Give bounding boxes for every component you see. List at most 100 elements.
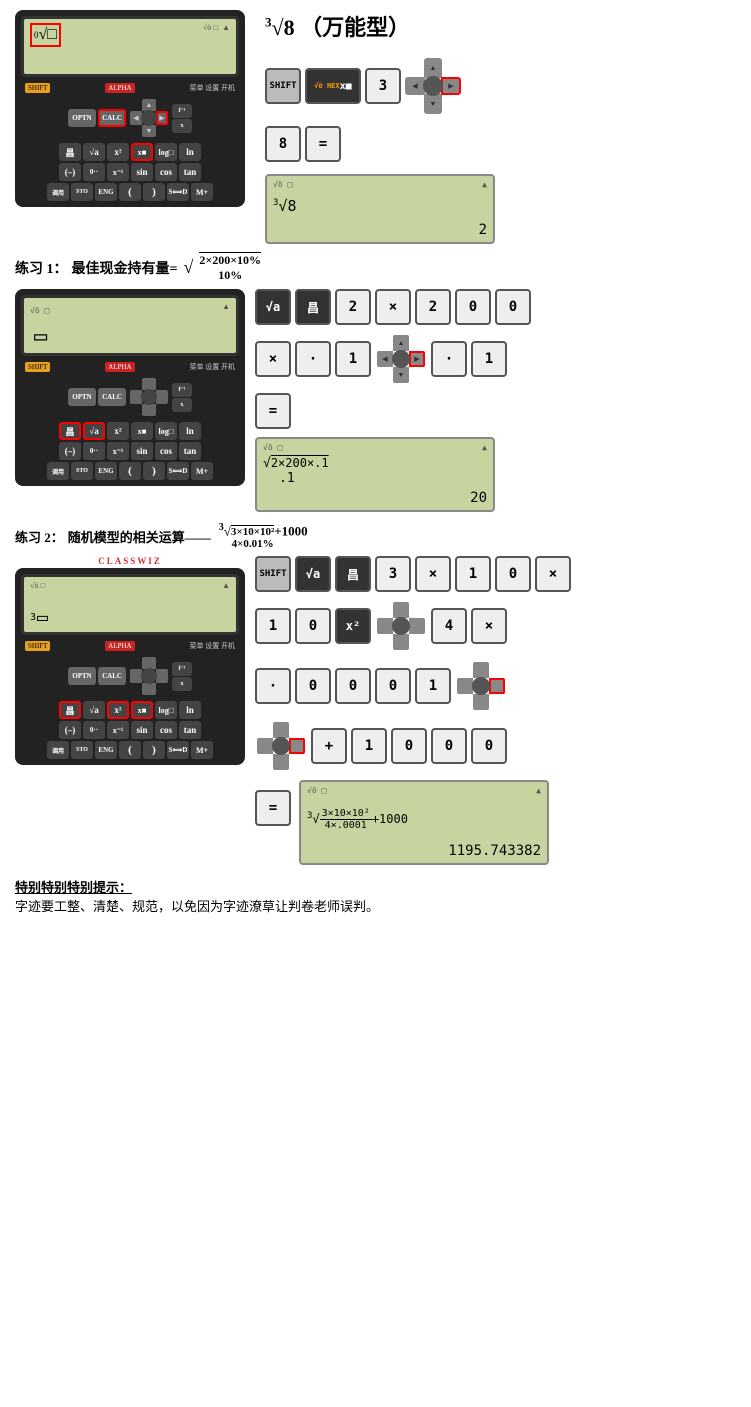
- s3-eq[interactable]: =: [255, 790, 291, 826]
- key-xinv-3[interactable]: x⁻¹: [107, 721, 129, 739]
- key-dots-3[interactable]: 0··: [83, 721, 105, 739]
- shift-label-3[interactable]: SHIFT: [25, 641, 50, 651]
- key-recall-2[interactable]: 调用: [47, 462, 69, 480]
- key-x2-2[interactable]: x²: [107, 422, 129, 440]
- s3-0e[interactable]: 0: [375, 668, 411, 704]
- key-rparen-2[interactable]: ): [143, 462, 165, 480]
- s2-dpad-down[interactable]: ▼: [393, 367, 409, 383]
- key-sin-3[interactable]: sin: [131, 721, 153, 739]
- s2-dot[interactable]: ·: [295, 341, 331, 377]
- key-sto-3[interactable]: STO: [71, 741, 93, 759]
- key-rparen-3[interactable]: ): [143, 741, 165, 759]
- key-sqrt[interactable]: √a: [83, 143, 105, 161]
- key-x[interactable]: x: [172, 119, 192, 133]
- s2-1b[interactable]: 1: [471, 341, 507, 377]
- key-sqrt-2[interactable]: √a: [83, 422, 105, 440]
- s3-1c[interactable]: 1: [415, 668, 451, 704]
- s3-frac[interactable]: 昌: [335, 556, 371, 592]
- s3-dpad2-right[interactable]: [489, 678, 505, 694]
- key-calc[interactable]: CALC: [98, 109, 126, 127]
- key-mplus-2[interactable]: M+: [191, 462, 213, 480]
- s3-0b[interactable]: 0: [295, 608, 331, 644]
- step-dpad-left[interactable]: ◀: [405, 77, 425, 95]
- key-tan[interactable]: tan: [179, 163, 201, 181]
- key-cos-3[interactable]: cos: [155, 721, 177, 739]
- shift-label-2[interactable]: SHIFT: [25, 362, 50, 372]
- key-eng[interactable]: ENG: [95, 183, 117, 201]
- shift-label[interactable]: SHIFT: [25, 83, 50, 93]
- s3-0[interactable]: 0: [495, 556, 531, 592]
- s3-times[interactable]: ×: [415, 556, 451, 592]
- s2-times[interactable]: ×: [375, 289, 411, 325]
- dpad-center[interactable]: [141, 110, 157, 126]
- s3-dpad2-up[interactable]: [473, 662, 489, 678]
- s3-dpad3-center[interactable]: [272, 737, 290, 755]
- key-xinv[interactable]: x⁻¹: [107, 163, 129, 181]
- dpad-right[interactable]: ▶: [156, 111, 168, 125]
- key-optn[interactable]: OPTN: [68, 109, 96, 127]
- key-frac[interactable]: 昌: [59, 143, 81, 161]
- s3-0h[interactable]: 0: [471, 728, 507, 764]
- key-sfd[interactable]: S⟺D: [167, 183, 189, 201]
- dpad2-center[interactable]: [141, 389, 157, 405]
- s3-1d[interactable]: 1: [351, 728, 387, 764]
- dpad3-down[interactable]: [142, 683, 156, 695]
- step3-dpad3[interactable]: [255, 720, 307, 772]
- s2-1[interactable]: 1: [335, 341, 371, 377]
- key-tan-2[interactable]: tan: [179, 442, 201, 460]
- step-dpad-right[interactable]: ▶: [441, 77, 461, 95]
- step-dpad-up[interactable]: ▲: [424, 58, 442, 78]
- key-xinv-2[interactable]: x⁻¹: [107, 442, 129, 460]
- s3-x2[interactable]: x²: [335, 608, 371, 644]
- s3-0f[interactable]: 0: [391, 728, 427, 764]
- key-xm-2[interactable]: x■: [131, 422, 153, 440]
- key-calc-3[interactable]: CALC: [98, 667, 126, 685]
- dpad3-center[interactable]: [141, 668, 157, 684]
- dpad3-right[interactable]: [156, 669, 168, 683]
- key-frac-2[interactable]: 昌: [59, 422, 81, 440]
- key-x2-3[interactable]: x²: [107, 701, 129, 719]
- s2-0[interactable]: 0: [455, 289, 491, 325]
- key-frac-3[interactable]: 昌: [59, 701, 81, 719]
- s3-0d[interactable]: 0: [335, 668, 371, 704]
- s2-dpad-right[interactable]: ▶: [409, 351, 425, 367]
- key-neg[interactable]: (–): [59, 163, 81, 181]
- key-ln-3[interactable]: ln: [179, 701, 201, 719]
- key-sqrt-3[interactable]: √a: [83, 701, 105, 719]
- s3-dpad3-left[interactable]: [257, 738, 273, 754]
- s2-dpad-up[interactable]: ▲: [393, 335, 409, 351]
- s2-times2[interactable]: ×: [255, 341, 291, 377]
- s2-dot2[interactable]: ·: [431, 341, 467, 377]
- s3-0g[interactable]: 0: [431, 728, 467, 764]
- key-xm[interactable]: x■: [131, 143, 153, 161]
- dpad-down[interactable]: ▼: [142, 125, 156, 137]
- s3-dpad2-left[interactable]: [457, 678, 473, 694]
- s3-shift[interactable]: SHIFT: [255, 556, 291, 592]
- dpad2-right[interactable]: [156, 390, 168, 404]
- s3-sqrt[interactable]: √a: [295, 556, 331, 592]
- alpha-label[interactable]: ALPHA: [105, 83, 134, 93]
- key-log[interactable]: log□: [155, 143, 177, 161]
- s3-1[interactable]: 1: [455, 556, 491, 592]
- step-dpad-1[interactable]: ▲ ▼ ◀ ▶: [405, 58, 461, 114]
- key-log-3[interactable]: log□: [155, 701, 177, 719]
- s2-dpad-left[interactable]: ◀: [377, 351, 393, 367]
- key-optn-3[interactable]: OPTN: [68, 667, 96, 685]
- s3-plus[interactable]: +: [311, 728, 347, 764]
- s3-times2[interactable]: ×: [535, 556, 571, 592]
- key-dots[interactable]: 0··: [83, 163, 105, 181]
- key-neg-2[interactable]: (–): [59, 442, 81, 460]
- step-num8-key[interactable]: 8: [265, 126, 301, 162]
- step3-dpad2[interactable]: [455, 660, 507, 712]
- key-f1-3[interactable]: f⁻¹: [172, 662, 192, 676]
- s2-sqrt[interactable]: √a: [255, 289, 291, 325]
- s3-times3[interactable]: ×: [471, 608, 507, 644]
- key-recall-3[interactable]: 调用: [47, 741, 69, 759]
- key-eng-3[interactable]: ENG: [95, 741, 117, 759]
- key-x-3[interactable]: x: [172, 677, 192, 691]
- s3-dpad1-center[interactable]: [392, 617, 410, 635]
- alpha-label-2[interactable]: ALPHA: [105, 362, 134, 372]
- s3-dpad2-center[interactable]: [472, 677, 490, 695]
- key-sin[interactable]: sin: [131, 163, 153, 181]
- key-f1[interactable]: f⁻¹: [172, 104, 192, 118]
